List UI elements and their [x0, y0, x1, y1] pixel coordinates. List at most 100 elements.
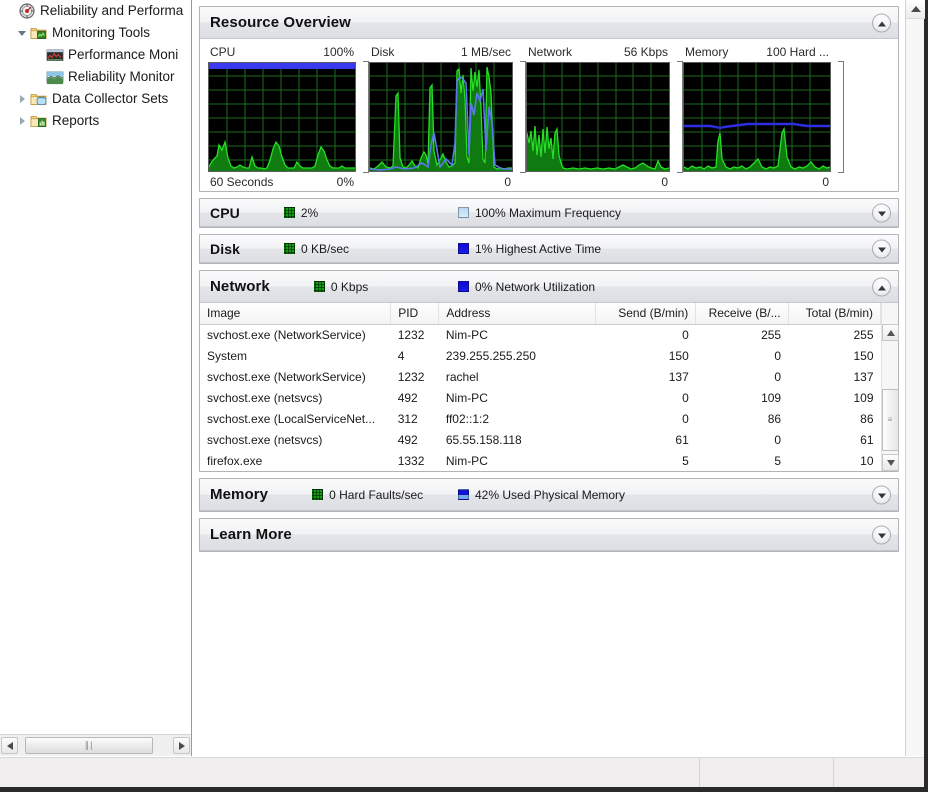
tree-item-reliability-monitor[interactable]: Reliability Monitor — [0, 66, 191, 88]
chevron-down-icon[interactable] — [872, 485, 891, 504]
cell-send: 0 — [682, 411, 689, 426]
cpu-metric-frequency: 100% Maximum Frequency — [458, 206, 621, 220]
content-scroll-up-arrow-icon[interactable] — [906, 0, 925, 19]
cpu-graph-caption: CPU 100% — [208, 45, 356, 62]
disk-graph-max: 1 MB/sec — [460, 45, 511, 59]
tree-hscroll-track[interactable] — [153, 737, 172, 754]
memory-graph-max: 100 Hard ... — [766, 45, 829, 59]
cell-send: 0 — [682, 327, 689, 342]
status-cell-tertiary — [834, 758, 924, 787]
table-row[interactable]: svchost.exe (netsvcs) 492 Nim-PC 0 109 1… — [200, 387, 881, 408]
network-section-header[interactable]: Network 0 Kbps 0% Network Utilization — [200, 271, 898, 303]
disk-graph — [369, 62, 513, 172]
tree-horizontal-scrollbar[interactable]: ∥| — [0, 734, 191, 756]
disk-graph-name: Disk — [371, 45, 395, 59]
cell-send: 61 — [675, 432, 689, 447]
memory-graph-caption: Memory 100 Hard ... — [683, 45, 831, 62]
scroll-down-arrow-icon[interactable] — [881, 454, 899, 471]
chevron-down-icon[interactable] — [872, 525, 891, 544]
status-cell-main — [0, 758, 700, 787]
cell-total: 150 — [853, 348, 874, 363]
cell-address: 239.255.255.250 — [445, 348, 536, 363]
resource-monitor-content: Resource Overview CPU 100% 60 Seconds 0%… — [193, 0, 905, 756]
network-table-scroll-thumb[interactable]: ≡ — [881, 389, 899, 451]
green-swatch-icon — [312, 489, 324, 500]
tree-expander-monitoring-tools[interactable] — [16, 26, 30, 40]
network-metric-utilization: 0% Network Utilization — [458, 280, 595, 294]
cpu-section-panel: CPU 2% 100% Maximum Frequency — [199, 198, 899, 228]
table-row[interactable]: svchost.exe (LocalServiceNet... 312 ff02… — [200, 408, 881, 429]
tree-item-monitoring-tools[interactable]: Monitoring Tools — [0, 22, 191, 44]
disk-graph-caption: Disk 1 MB/sec — [369, 45, 513, 62]
network-graph-footer: 0 — [526, 172, 670, 189]
network-graph-cell: Network 56 Kbps 0 — [526, 45, 683, 189]
table-row[interactable]: svchost.exe (netsvcs) 492 65.55.158.118 … — [200, 429, 881, 450]
cpu-section-header[interactable]: CPU 2% 100% Maximum Frequency — [200, 199, 898, 227]
resource-graphs-row: CPU 100% 60 Seconds 0% Disk 1 MB/sec 0 N… — [200, 39, 898, 191]
green-swatch-icon — [313, 281, 325, 292]
column-header-pid[interactable]: PID — [390, 303, 440, 325]
blue-two-tone-swatch-icon — [458, 489, 469, 500]
table-row[interactable]: svchost.exe (NetworkService) 1232 rachel… — [200, 366, 881, 387]
disk-metric-throughput-label: 0 KB/sec — [300, 241, 350, 256]
memory-graph — [683, 62, 831, 172]
monitoring-tools-folder-icon — [30, 25, 48, 41]
tree-expander-reports[interactable] — [16, 114, 30, 128]
scroll-right-arrow-icon[interactable] — [173, 737, 190, 754]
tree-expander-data-collector-sets[interactable] — [16, 92, 30, 106]
time-axis-label: 60 Seconds — [210, 175, 274, 189]
network-table-scroll-track[interactable]: ≡ — [881, 341, 899, 454]
tree-item-reliability-and-performance[interactable]: Reliability and Performa — [0, 0, 191, 22]
memory-graph-min: 0 — [822, 175, 829, 189]
cpu-graph — [208, 62, 356, 172]
cell-send: 5 — [682, 453, 689, 468]
content-vertical-scrollbar[interactable] — [905, 0, 925, 756]
network-table-wrapper: Image PID Address Send (B/min) Receive (… — [200, 303, 899, 471]
scroll-left-arrow-icon[interactable] — [1, 737, 18, 754]
disk-section-header[interactable]: Disk 0 KB/sec 1% Highest Active Time — [200, 235, 898, 263]
chevron-down-icon[interactable] — [872, 239, 891, 258]
network-metric-throughput: 0 Kbps — [313, 280, 368, 294]
column-header-receive[interactable]: Receive (B/... — [695, 303, 789, 325]
resource-overview-panel: Resource Overview CPU 100% 60 Seconds 0%… — [199, 6, 899, 192]
scroll-up-arrow-icon[interactable] — [881, 324, 899, 341]
panel-title: Learn More — [210, 526, 292, 543]
table-row[interactable]: System 4 239.255.255.250 150 0 150 — [200, 345, 881, 366]
chevron-down-icon[interactable] — [872, 203, 891, 222]
memory-graph-name: Memory — [685, 45, 729, 59]
cell-total: 10 — [860, 453, 874, 468]
chevron-up-icon[interactable] — [872, 277, 891, 296]
column-header-total[interactable]: Total (B/min) — [788, 303, 882, 325]
blue-swatch-icon — [458, 243, 469, 254]
resource-overview-header[interactable]: Resource Overview — [200, 7, 898, 39]
disk-metric-throughput: 0 KB/sec — [283, 241, 350, 256]
cpu-metric-usage: 2% — [283, 206, 318, 220]
network-graph-name: Network — [528, 45, 573, 59]
learn-more-header[interactable]: Learn More — [200, 519, 898, 551]
tree-item-data-collector-sets[interactable]: Data Collector Sets — [0, 88, 191, 110]
network-graph-min: 0 — [661, 175, 668, 189]
column-header-image[interactable]: Image — [200, 303, 392, 325]
memory-graph-footer: 0 — [683, 172, 831, 189]
tree-hscroll-thumb[interactable]: ∥| — [25, 737, 153, 754]
column-header-send[interactable]: Send (B/min) — [595, 303, 697, 325]
cell-receive: 255 — [761, 327, 782, 342]
panel-title: Memory — [210, 486, 269, 503]
tree-item-reports[interactable]: Reports — [0, 110, 191, 132]
tree-item-performance-monitor[interactable]: Performance Moni — [0, 44, 191, 66]
data-collector-sets-folder-icon — [30, 91, 48, 107]
tree-item-label: Reports — [52, 113, 100, 128]
cell-image: svchost.exe (NetworkService) — [207, 327, 366, 342]
cell-address: rachel — [445, 369, 479, 384]
cpu-graph-name: CPU — [210, 45, 236, 59]
table-row[interactable]: svchost.exe (NetworkService) 1232 Nim-PC… — [200, 324, 881, 345]
network-table-scrollbar[interactable]: ≡ — [881, 303, 899, 471]
column-header-address[interactable]: Address — [438, 303, 596, 325]
cell-image: firefox.exe — [207, 453, 263, 468]
chevron-up-icon[interactable] — [872, 13, 891, 32]
memory-graph-cell: Memory 100 Hard ... 0 — [683, 45, 844, 189]
cell-total: 137 — [853, 369, 874, 384]
disk-graph-min: 0 — [504, 175, 511, 189]
memory-section-header[interactable]: Memory 0 Hard Faults/sec 42% Used Physic… — [200, 479, 898, 511]
table-row[interactable]: firefox.exe 1332 Nim-PC 5 5 10 — [200, 450, 881, 471]
